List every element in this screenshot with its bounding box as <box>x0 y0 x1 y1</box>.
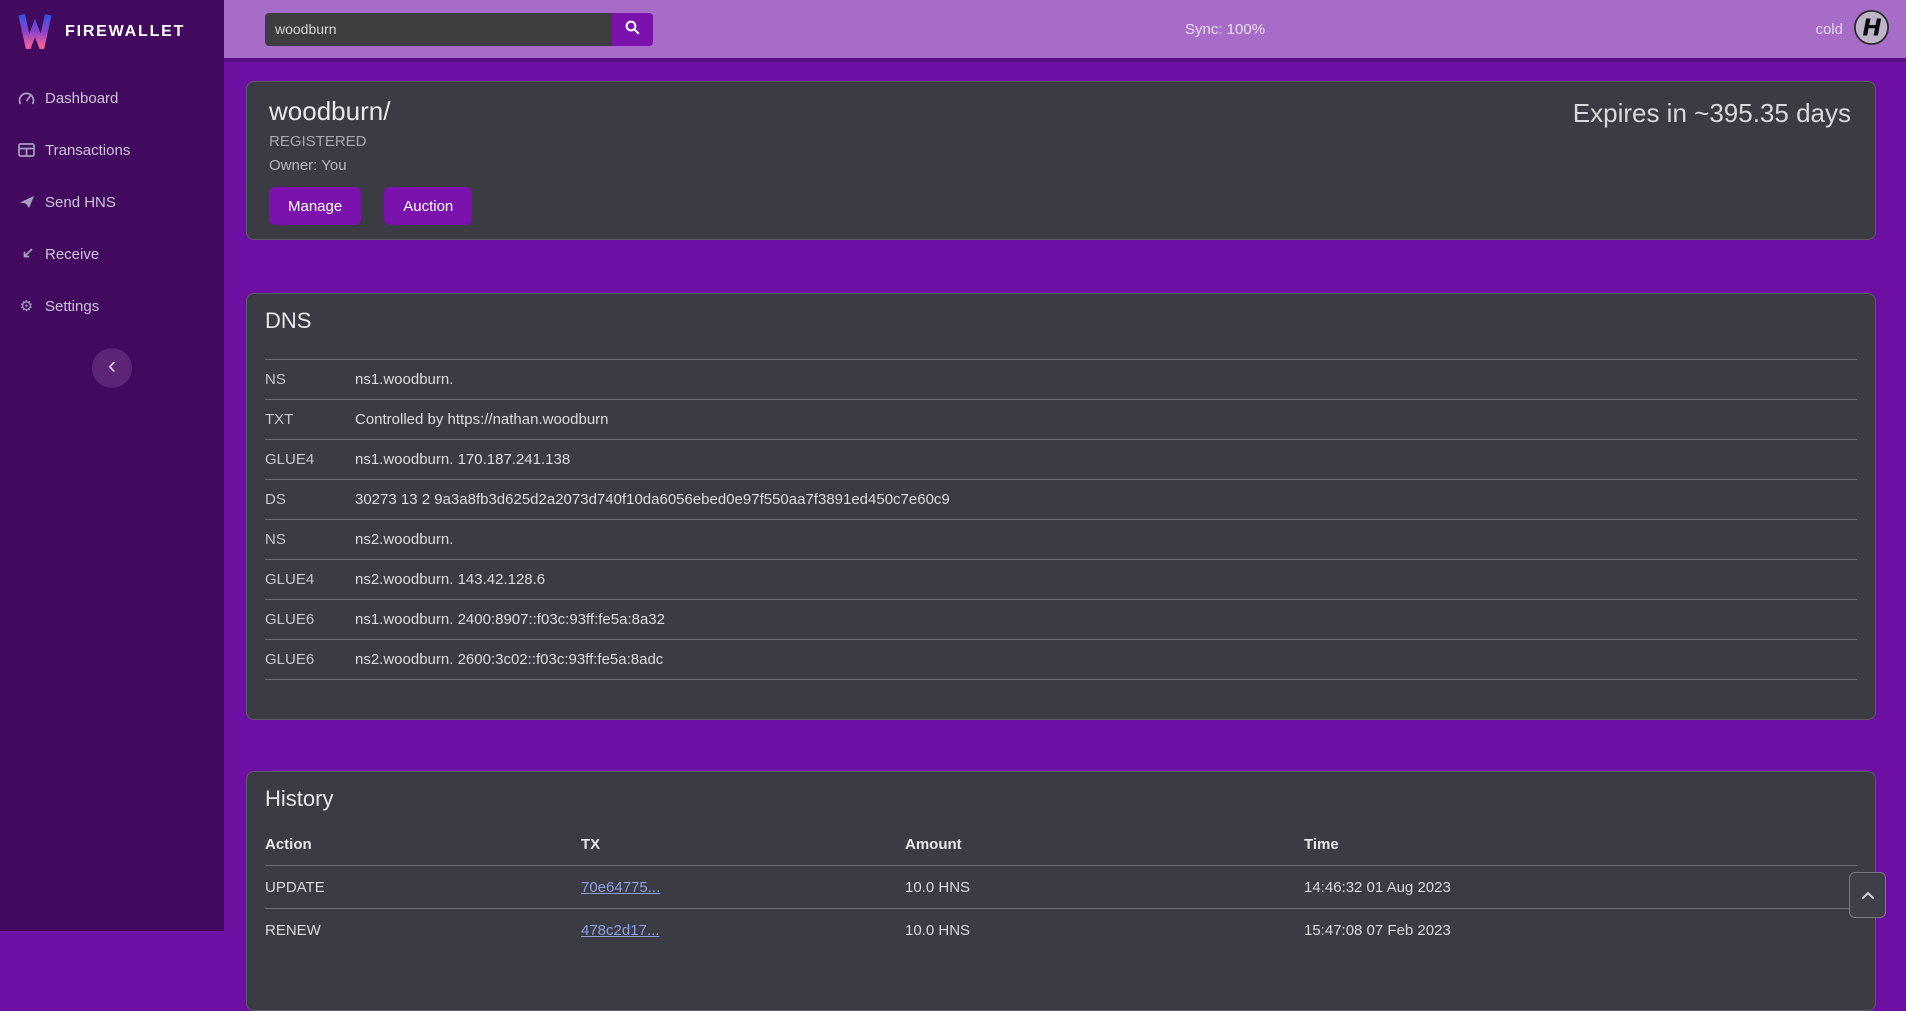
main-content: woodburn/ REGISTERED Owner: You Manage A… <box>224 62 1906 1011</box>
search-bar <box>265 13 653 46</box>
sidebar-item-label: Transactions <box>45 142 130 159</box>
history-col-amount: Amount <box>905 828 1304 866</box>
dns-record-value: 30273 13 2 9a3a8fb3d625d2a2073d740f10da6… <box>355 480 1857 520</box>
tx-link[interactable]: 478c2d17... <box>581 922 659 939</box>
history-row: RENEW 478c2d17... 10.0 HNS 15:47:08 07 F… <box>265 909 1857 952</box>
history-col-action: Action <box>265 828 581 866</box>
dns-record-row: GLUE4 ns1.woodburn. 170.187.241.138 <box>265 440 1857 480</box>
sidebar-item-dashboard[interactable]: Dashboard <box>0 72 224 124</box>
history-row: UPDATE 70e64775... 10.0 HNS 14:46:32 01 … <box>265 866 1857 909</box>
dns-record-value: ns2.woodburn. 143.42.128.6 <box>355 560 1857 600</box>
dns-record-row: GLUE4 ns2.woodburn. 143.42.128.6 <box>265 560 1857 600</box>
tx-link[interactable]: 70e64775... <box>581 879 660 896</box>
history-time: 15:47:08 07 Feb 2023 <box>1304 909 1857 952</box>
domain-expiry: Expires in ~395.35 days <box>1573 98 1851 129</box>
search-input[interactable] <box>265 13 612 46</box>
domain-card: woodburn/ REGISTERED Owner: You Manage A… <box>246 81 1876 240</box>
dns-record-type: NS <box>265 520 355 560</box>
sidebar-item-transactions[interactable]: Transactions <box>0 124 224 176</box>
dns-card: DNS NS ns1.woodburn. TXT Controlled by h… <box>246 293 1876 720</box>
history-title: History <box>265 786 1857 812</box>
sidebar: FIREWALLET Dashboard Transactions Send H… <box>0 0 224 931</box>
chevron-up-icon <box>1861 888 1875 903</box>
history-header-row: Action TX Amount Time <box>265 828 1857 866</box>
dns-record-type: DS <box>265 480 355 520</box>
dns-record-type: GLUE4 <box>265 560 355 600</box>
domain-status: REGISTERED <box>269 133 1853 150</box>
scroll-to-top-button[interactable] <box>1849 872 1886 918</box>
history-col-time: Time <box>1304 828 1857 866</box>
dns-record-value: ns1.woodburn. 170.187.241.138 <box>355 440 1857 480</box>
handshake-logo-icon: H <box>1853 9 1890 50</box>
dns-record-type: TXT <box>265 400 355 440</box>
app-title: FIREWALLET <box>65 23 185 41</box>
sidebar-nav: Dashboard Transactions Send HNS Receive … <box>0 72 224 332</box>
search-button[interactable] <box>612 13 653 46</box>
dns-record-value: ns1.woodburn. <box>355 360 1857 400</box>
history-action: UPDATE <box>265 866 581 909</box>
history-amount: 10.0 HNS <box>905 866 1304 909</box>
sidebar-item-label: Send HNS <box>45 194 116 211</box>
history-time: 14:46:32 01 Aug 2023 <box>1304 866 1857 909</box>
sidebar-item-label: Dashboard <box>45 90 118 107</box>
wallet-name: cold <box>1815 21 1843 38</box>
dns-record-type: NS <box>265 360 355 400</box>
history-table: Action TX Amount Time UPDATE 70e64775...… <box>265 828 1857 952</box>
sidebar-collapse-button[interactable]: ‹ <box>92 348 132 388</box>
dns-table: NS ns1.woodburn. TXT Controlled by https… <box>265 359 1857 680</box>
sidebar-item-receive[interactable]: Receive <box>0 228 224 280</box>
dns-record-row: GLUE6 ns2.woodburn. 2600:3c02::f03c:93ff… <box>265 640 1857 680</box>
send-icon <box>17 195 36 209</box>
search-icon <box>624 19 641 39</box>
dns-title: DNS <box>265 308 1857 334</box>
transactions-icon <box>17 143 36 157</box>
history-col-tx: TX <box>581 828 905 866</box>
auction-button[interactable]: Auction <box>384 187 472 225</box>
dns-record-type: GLUE6 <box>265 640 355 680</box>
dns-record-row: NS ns2.woodburn. <box>265 520 1857 560</box>
dns-record-row: GLUE6 ns1.woodburn. 2400:8907::f03c:93ff… <box>265 600 1857 640</box>
sidebar-item-label: Settings <box>45 298 99 315</box>
dns-record-type: GLUE6 <box>265 600 355 640</box>
history-card: History Action TX Amount Time UPDATE 70e… <box>246 771 1876 1011</box>
dns-record-value: ns1.woodburn. 2400:8907::f03c:93ff:fe5a:… <box>355 600 1857 640</box>
chevron-left-icon: ‹ <box>108 352 116 380</box>
manage-button[interactable]: Manage <box>269 187 361 225</box>
sidebar-item-send-hns[interactable]: Send HNS <box>0 176 224 228</box>
sidebar-item-label: Receive <box>45 246 99 263</box>
dns-record-type: GLUE4 <box>265 440 355 480</box>
history-action: RENEW <box>265 909 581 952</box>
sidebar-item-settings[interactable]: ⚙ Settings <box>0 280 224 332</box>
firewallet-logo-icon <box>18 11 52 54</box>
app-logo: FIREWALLET <box>0 0 224 52</box>
dns-record-row: NS ns1.woodburn. <box>265 360 1857 400</box>
dns-record-value: Controlled by https://nathan.woodburn <box>355 400 1857 440</box>
dashboard-icon <box>17 91 36 106</box>
sync-status: Sync: 100% <box>1185 21 1265 38</box>
settings-icon: ⚙ <box>17 297 36 315</box>
topbar: Sync: 100% cold H <box>224 0 1906 62</box>
dns-record-row: DS 30273 13 2 9a3a8fb3d625d2a2073d740f10… <box>265 480 1857 520</box>
receive-icon <box>17 247 36 261</box>
history-amount: 10.0 HNS <box>905 909 1304 952</box>
dns-record-value: ns2.woodburn. 2600:3c02::f03c:93ff:fe5a:… <box>355 640 1857 680</box>
domain-actions: Manage Auction <box>269 187 1853 225</box>
wallet-info: cold H <box>1815 9 1890 50</box>
dns-record-row: TXT Controlled by https://nathan.woodbur… <box>265 400 1857 440</box>
dns-record-value: ns2.woodburn. <box>355 520 1857 560</box>
svg-text:H: H <box>1862 15 1881 41</box>
domain-owner: Owner: You <box>269 157 1853 174</box>
